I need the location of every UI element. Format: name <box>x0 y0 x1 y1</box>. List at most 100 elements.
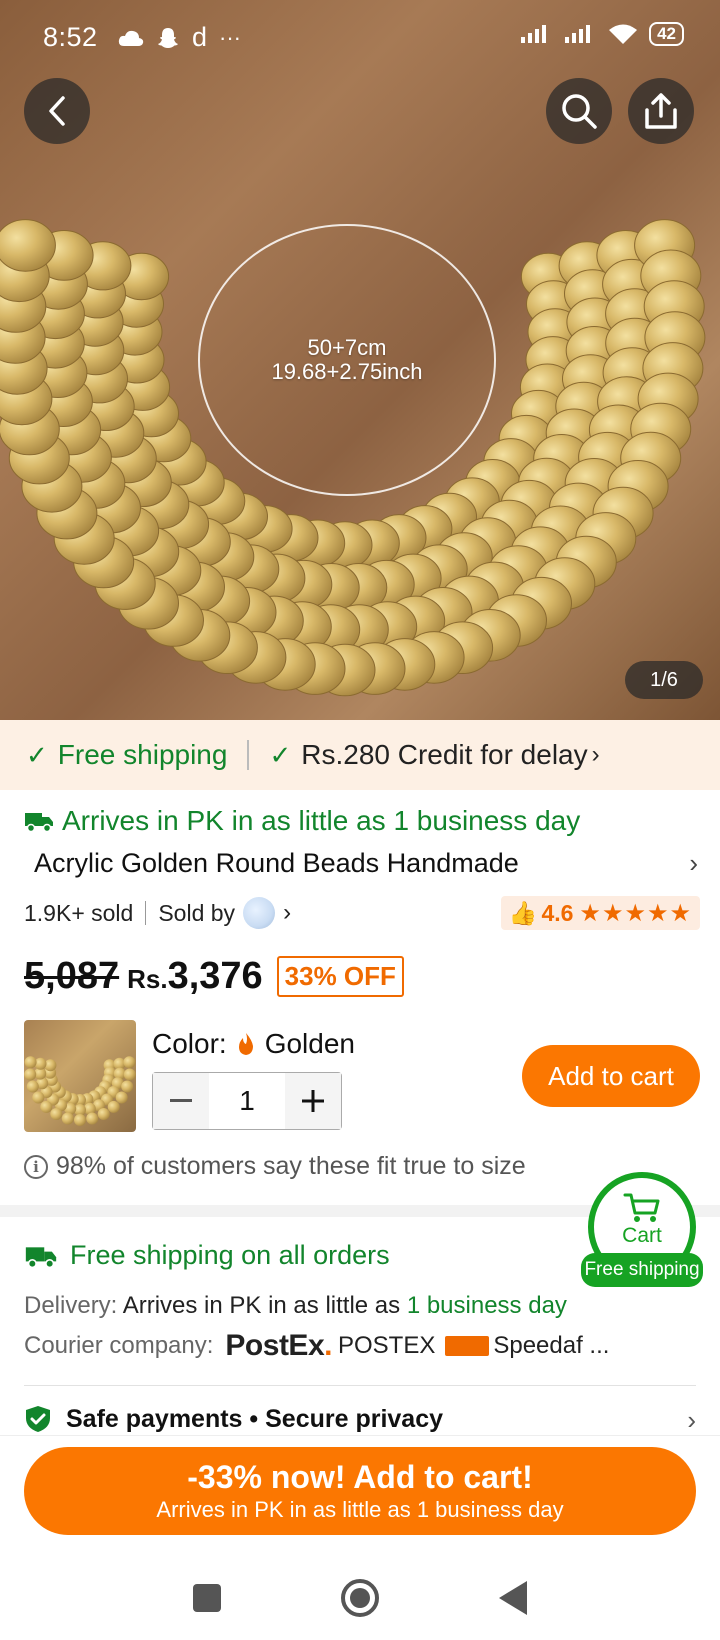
postex-logo-text: PostEx <box>225 1329 325 1362</box>
back-nav-button[interactable] <box>499 1581 527 1615</box>
chevron-right-icon: › <box>689 848 698 878</box>
courier-speedaf: Speedaf ... <box>493 1332 610 1359</box>
arrival-estimate: Arrives in PK in as little as 1 business… <box>24 805 580 837</box>
thumb-bead <box>24 1056 37 1069</box>
shipping-banner[interactable]: ✓ Free shipping ✓ Rs.280 Credit for dela… <box>0 720 720 790</box>
bead <box>0 219 56 272</box>
rating-value: 4.6 <box>541 899 574 926</box>
star-rating-icon: ★★★★★ <box>579 899 692 927</box>
check-icon: ✓ <box>269 739 292 770</box>
product-meta-row: 1.9K+ sold Sold by › 👍 4.6 ★★★★★ <box>24 895 700 931</box>
thumb-bead <box>26 1080 39 1093</box>
minus-icon <box>170 1099 192 1102</box>
thumb-bead <box>121 1080 134 1093</box>
thumbs-up-icon: 👍 <box>508 899 538 926</box>
status-system-icons: 42 <box>519 22 684 46</box>
fit-text: 98% of customers say these fit true to s… <box>56 1152 526 1180</box>
free-shipping-all-orders: Free shipping on all orders <box>24 1240 390 1271</box>
increase-quantity-button[interactable] <box>285 1073 341 1129</box>
delivery-info: Delivery: Arrives in PK in as little as … <box>24 1292 567 1320</box>
thumb-bead <box>86 1112 99 1125</box>
status-notification-icons: d ··· <box>118 22 241 53</box>
courier-postex: POSTEX <box>337 1332 436 1359</box>
status-d-letter: d <box>192 22 208 52</box>
free-shipping-all-text: Free shipping on all orders <box>70 1240 390 1270</box>
chevron-left-icon <box>49 96 65 126</box>
back-button[interactable] <box>24 78 90 144</box>
variant-thumbnail[interactable] <box>24 1020 136 1132</box>
banner-divider <box>247 740 250 770</box>
add-to-cart-button[interactable]: Add to cart <box>522 1045 700 1107</box>
credit-label: Rs.280 Credit for delay <box>301 739 588 770</box>
check-icon: ✓ <box>26 739 48 770</box>
search-icon <box>562 94 597 129</box>
thumb-bead <box>107 1100 120 1113</box>
necklace-thumbnail-image <box>24 1056 136 1126</box>
cta-sub-text: Arrives in PK in as little as 1 business… <box>156 1497 564 1522</box>
delay-credit[interactable]: ✓ Rs.280 Credit for delay › <box>269 739 599 771</box>
fit-info: i 98% of customers say these fit true to… <box>24 1152 526 1181</box>
delivery-highlight: 1 business day <box>406 1292 567 1319</box>
currency-label: Rs. <box>127 964 168 994</box>
thumb-bead <box>24 1068 37 1081</box>
sold-count: 1.9K+ sold <box>24 899 134 926</box>
wifi-icon <box>609 24 638 44</box>
size-annotation: 50+7cm 19.68+2.75inch <box>198 336 496 384</box>
divider-line <box>24 1385 696 1386</box>
arrival-text: Arrives in PK in as little as 1 business… <box>62 805 581 836</box>
share-button[interactable] <box>628 78 694 144</box>
product-image-carousel[interactable]: 50+7cm 19.68+2.75inch 1/6 <box>0 0 720 720</box>
thumb-bead <box>123 1056 136 1069</box>
status-time: 8:52 <box>43 22 98 52</box>
status-more-dots: ··· <box>219 24 242 50</box>
cart-label: Cart <box>622 1224 662 1247</box>
discount-badge: 33% OFF <box>276 956 404 997</box>
chevron-right-icon[interactable]: › <box>283 899 291 927</box>
safe-payments-row[interactable]: Safe payments • Secure privacy › <box>24 1405 696 1435</box>
home-button[interactable] <box>341 1579 379 1617</box>
chevron-right-icon: › <box>687 1405 696 1435</box>
thumb-bead <box>123 1068 136 1081</box>
cloud-icon <box>118 30 144 46</box>
thumb-bead <box>40 1100 53 1113</box>
color-label: Color: <box>152 1028 227 1059</box>
size-line-inch: 19.68+2.75inch <box>271 359 423 384</box>
original-price: 5,087 <box>24 955 120 997</box>
courier-info: Courier company: PostEx. POSTEX Speedaf … <box>24 1328 609 1364</box>
truck-icon <box>25 1246 57 1268</box>
sold-by-label[interactable]: Sold by <box>158 900 235 927</box>
cta-main-text: -33% now! Add to cart! <box>187 1459 533 1495</box>
sale-price: 3,376 <box>167 955 263 997</box>
postex-logo: PostEx. <box>225 1329 332 1362</box>
thumb-bead <box>74 1114 86 1126</box>
rating-badge[interactable]: 👍 4.6 ★★★★★ <box>500 896 700 930</box>
search-button[interactable] <box>546 78 612 144</box>
share-icon <box>645 93 677 129</box>
truck-icon <box>25 813 53 833</box>
price-row: 5,087 Rs. 3,376 33% OFF <box>24 955 404 998</box>
product-title-row[interactable]: Acrylic Golden Round Beads Handmade › <box>34 848 698 879</box>
battery-indicator: 42 <box>649 22 684 46</box>
thumb-bead <box>50 1108 63 1120</box>
add-to-cart-cta-button[interactable]: -33% now! Add to cart! Arrives in PK in … <box>24 1447 696 1535</box>
signal-icon-2 <box>565 25 591 43</box>
decrease-quantity-button[interactable] <box>153 1073 209 1129</box>
thumb-bead <box>61 1112 74 1125</box>
image-counter: 1/6 <box>625 661 703 699</box>
plus-icon <box>302 1090 324 1112</box>
quantity-stepper: 1 <box>152 1072 342 1130</box>
thumb-bead <box>32 1091 45 1104</box>
free-shipping-badge: ✓ Free shipping <box>0 739 227 771</box>
seller-avatar[interactable] <box>243 897 276 929</box>
recent-apps-button[interactable] <box>193 1584 221 1612</box>
color-selection: Color: Golden <box>152 1028 355 1060</box>
system-nav-bar <box>0 1556 720 1640</box>
color-value: Golden <box>264 1028 355 1059</box>
snapchat-icon <box>158 27 178 48</box>
courier-label: Courier company: <box>24 1332 214 1359</box>
delivery-text: Arrives in PK in as little as <box>122 1292 401 1319</box>
thumb-bead <box>97 1108 110 1120</box>
signal-icon <box>521 25 547 43</box>
quantity-value[interactable]: 1 <box>209 1073 285 1129</box>
free-shipping-label: Free shipping <box>57 739 228 770</box>
